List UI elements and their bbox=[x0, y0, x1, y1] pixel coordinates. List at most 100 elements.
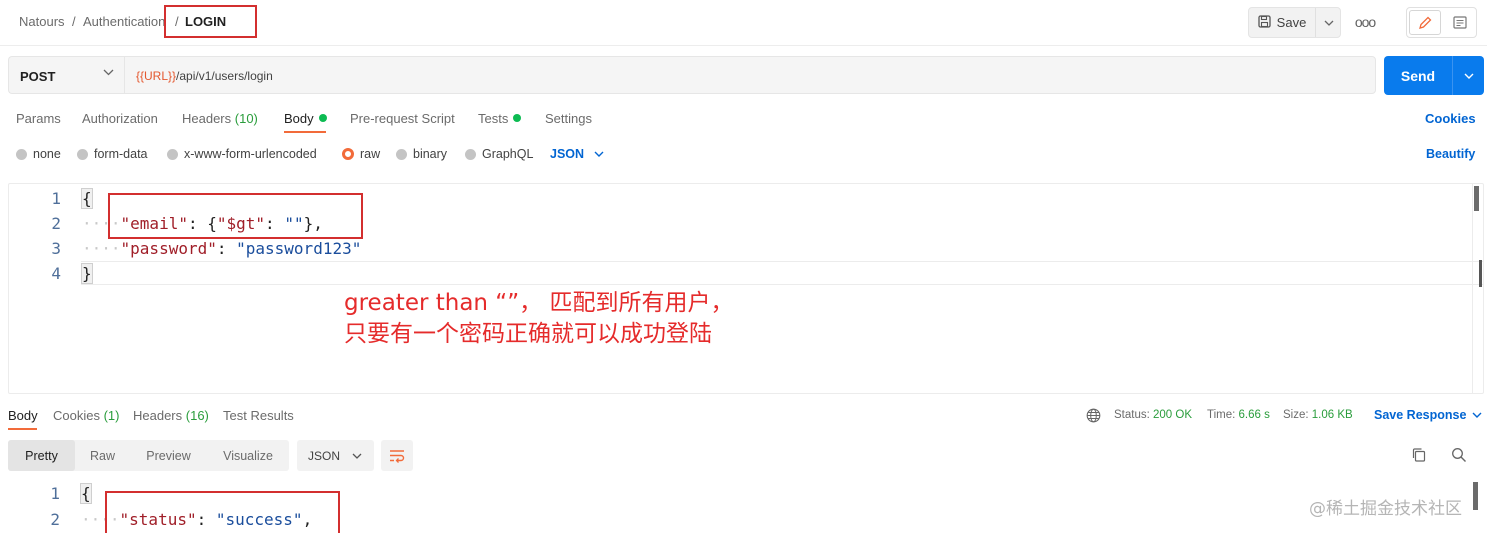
line-number: 4 bbox=[51, 264, 61, 283]
top-bar: Natours / Authentication / LOGIN Save oo… bbox=[0, 0, 1487, 46]
globe-icon[interactable] bbox=[1086, 408, 1101, 423]
send-options-button[interactable] bbox=[1452, 56, 1484, 95]
url-input[interactable]: {{URL}}/api/v1/users/login bbox=[124, 56, 1376, 94]
breadcrumb-separator: / bbox=[72, 14, 76, 29]
body-type-raw[interactable]: raw bbox=[342, 147, 380, 161]
url-path: /api/v1/users/login bbox=[176, 69, 273, 83]
response-tab-body[interactable]: Body bbox=[8, 408, 38, 423]
radio-icon bbox=[16, 148, 27, 160]
radio-icon bbox=[396, 148, 407, 160]
wrap-lines-button[interactable] bbox=[381, 440, 413, 471]
url-text: {{URL}}/api/v1/users/login bbox=[136, 69, 273, 83]
copy-icon[interactable] bbox=[1411, 447, 1427, 463]
search-icon[interactable] bbox=[1451, 447, 1467, 463]
line-number: 2 bbox=[51, 214, 61, 233]
view-pretty-button[interactable]: Pretty bbox=[8, 440, 75, 471]
response-size: Size: 1.06 KB bbox=[1283, 409, 1353, 421]
chevron-down-icon bbox=[594, 151, 604, 157]
annotation-highlight-box bbox=[108, 193, 363, 239]
tab-settings[interactable]: Settings bbox=[545, 111, 592, 126]
response-tab-test-results[interactable]: Test Results bbox=[223, 408, 294, 423]
status-dot-icon bbox=[318, 114, 327, 122]
beautify-button[interactable]: Beautify bbox=[1426, 147, 1475, 161]
code-line-4: } bbox=[81, 263, 93, 284]
url-variable: {{URL}} bbox=[136, 69, 177, 83]
editor-scrollbar-thumb[interactable] bbox=[1474, 186, 1479, 211]
code-line-3: ····"password": "password123" bbox=[82, 239, 362, 258]
documentation-mode-button[interactable] bbox=[1445, 10, 1475, 35]
save-button[interactable]: Save bbox=[1249, 8, 1315, 37]
response-tab-cookies[interactable]: Cookies (1) bbox=[53, 408, 119, 423]
annotation-highlight-box bbox=[105, 491, 340, 533]
tab-tests[interactable]: Tests bbox=[478, 111, 522, 126]
code-line-1: { bbox=[81, 188, 93, 209]
radio-checked-icon bbox=[342, 148, 354, 160]
response-status: Status: 200 OK bbox=[1114, 409, 1193, 421]
active-tab-indicator bbox=[8, 428, 37, 430]
more-actions-button[interactable]: ooo bbox=[1352, 10, 1378, 34]
body-type-binary[interactable]: binary bbox=[396, 147, 447, 161]
tab-headers[interactable]: Headers (10) bbox=[182, 111, 258, 126]
chevron-down-icon bbox=[1464, 73, 1473, 79]
body-type-urlencoded[interactable]: x-www-form-urlencoded bbox=[167, 147, 317, 161]
send-button-group: Send bbox=[1384, 56, 1484, 95]
radio-icon bbox=[167, 148, 178, 160]
body-type-graphql[interactable]: GraphQL bbox=[465, 147, 533, 161]
method-label: POST bbox=[20, 69, 56, 84]
headers-count: (10) bbox=[234, 111, 258, 126]
annotation-text: greater than “”， 匹配到所有用户， 只要有一个密码正确就可以成功… bbox=[344, 288, 733, 350]
save-icon bbox=[1258, 14, 1271, 31]
line-number: 1 bbox=[51, 189, 61, 208]
response-format-label: JSON bbox=[308, 448, 341, 463]
body-format-select[interactable]: JSON bbox=[550, 147, 604, 161]
radio-icon bbox=[77, 148, 88, 160]
save-options-button[interactable] bbox=[1315, 8, 1341, 37]
edit-mode-button[interactable] bbox=[1409, 10, 1441, 35]
line-number: 2 bbox=[50, 510, 60, 529]
line-number: 3 bbox=[51, 239, 61, 258]
editor-scrollbar-track bbox=[1472, 184, 1473, 393]
view-mode-toggle bbox=[1406, 7, 1477, 38]
active-line-highlight bbox=[81, 261, 1483, 285]
tab-pre-request-script[interactable]: Pre-request Script bbox=[350, 111, 455, 126]
tab-authorization[interactable]: Authorization bbox=[82, 111, 158, 126]
breadcrumb-item-folder[interactable]: Authentication bbox=[83, 14, 165, 29]
overview-ruler-marker bbox=[1472, 260, 1482, 287]
chevron-down-icon bbox=[103, 69, 114, 76]
chevron-down-icon bbox=[1472, 412, 1482, 418]
line-number: 1 bbox=[50, 484, 60, 503]
save-button-group: Save bbox=[1248, 7, 1341, 38]
send-button[interactable]: Send bbox=[1384, 56, 1452, 95]
view-preview-button[interactable]: Preview bbox=[130, 440, 207, 471]
body-type-none[interactable]: none bbox=[16, 147, 61, 161]
method-select[interactable]: POST bbox=[8, 56, 124, 94]
cookies-link[interactable]: Cookies bbox=[1425, 111, 1476, 126]
document-icon bbox=[1453, 16, 1467, 29]
pencil-icon bbox=[1419, 16, 1432, 29]
chevron-down-icon bbox=[1324, 20, 1333, 26]
wrap-lines-icon bbox=[390, 449, 405, 463]
save-label: Save bbox=[1276, 15, 1307, 30]
response-format-select[interactable]: JSON bbox=[297, 440, 374, 471]
response-time: Time: 6.66 s bbox=[1207, 409, 1270, 421]
response-scrollbar-thumb[interactable] bbox=[1473, 482, 1478, 510]
body-format-label: JSON bbox=[550, 147, 585, 161]
annotation-line: greater than “”， 匹配到所有用户， bbox=[344, 290, 734, 316]
breadcrumb-item-collection[interactable]: Natours bbox=[19, 14, 65, 29]
view-visualize-button[interactable]: Visualize bbox=[207, 440, 289, 471]
save-response-button[interactable]: Save Response bbox=[1374, 408, 1482, 422]
response-view-switcher: Pretty Raw Preview Visualize bbox=[8, 440, 289, 471]
annotation-line: 只要有一个密码正确就可以成功登陆 bbox=[344, 321, 712, 347]
body-type-form-data[interactable]: form-data bbox=[77, 147, 148, 161]
view-raw-button[interactable]: Raw bbox=[75, 440, 130, 471]
status-dot-icon bbox=[513, 114, 522, 122]
response-code-line-1: { bbox=[80, 483, 92, 504]
active-tab-indicator bbox=[284, 131, 326, 133]
watermark: @稀土掘金技术社区 bbox=[1309, 499, 1462, 519]
response-tab-headers[interactable]: Headers (16) bbox=[133, 408, 209, 423]
annotation-highlight-box bbox=[164, 5, 257, 38]
radio-icon bbox=[465, 148, 476, 160]
tab-params[interactable]: Params bbox=[16, 111, 61, 126]
tab-body[interactable]: Body bbox=[284, 111, 327, 126]
chevron-down-icon bbox=[352, 453, 362, 459]
